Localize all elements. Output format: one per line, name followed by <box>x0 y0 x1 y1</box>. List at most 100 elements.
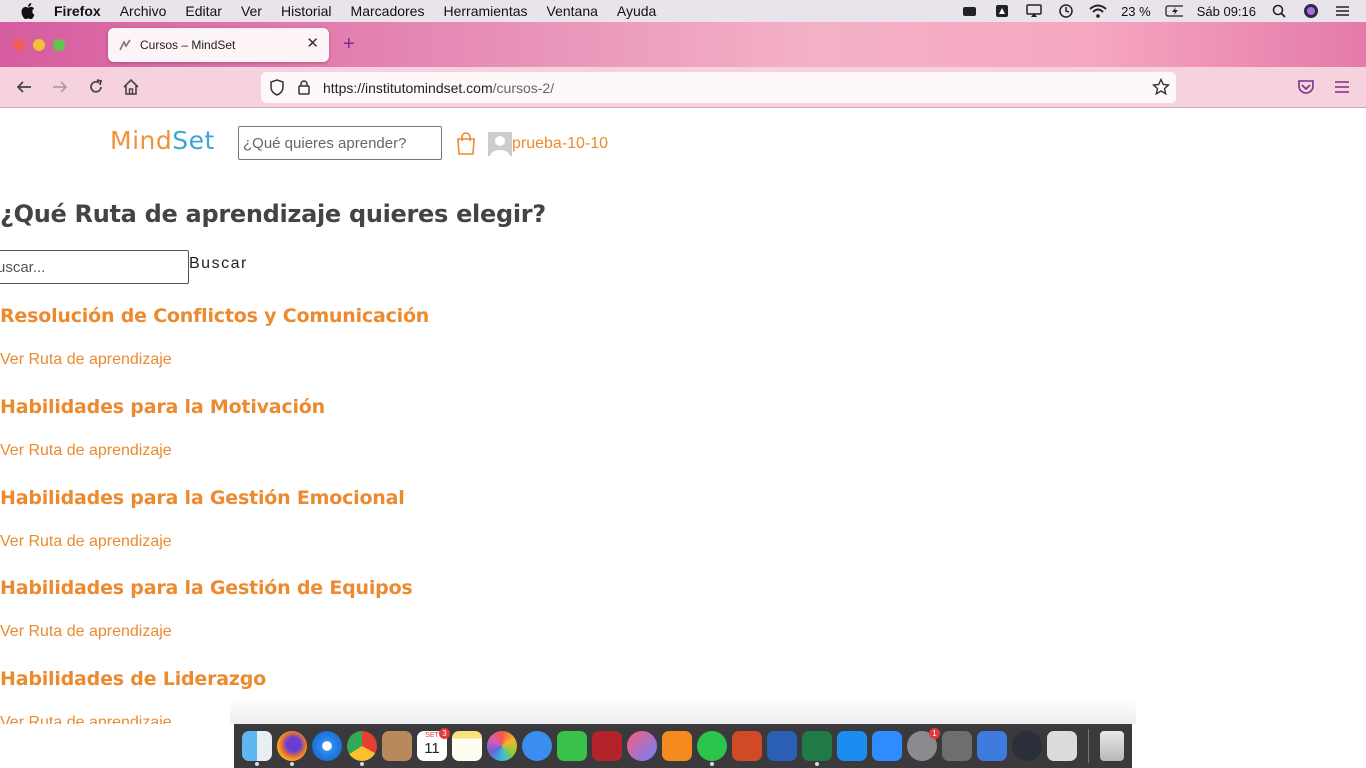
books-icon[interactable] <box>662 731 692 761</box>
user-avatar[interactable] <box>488 132 512 156</box>
username-link[interactable]: prueba-10-10 <box>512 135 608 153</box>
course-item: Habilidades para la Motivación Ver Ruta … <box>0 396 700 459</box>
running-indicator <box>360 762 364 766</box>
pocket-icon[interactable] <box>1296 77 1316 97</box>
menu-editar[interactable]: Editar <box>185 3 222 19</box>
contacts-icon[interactable] <box>382 731 412 761</box>
time-machine-icon[interactable] <box>1057 4 1075 18</box>
hamburger-menu-icon[interactable] <box>1332 77 1352 97</box>
creative-cloud-icon[interactable] <box>961 4 979 18</box>
course-title[interactable]: Habilidades para la Gestión de Equipos <box>0 577 700 599</box>
browser-tab-strip: Cursos – MindSet ✕ + <box>0 22 1366 67</box>
view-learning-path-link[interactable]: Ver Ruta de aprendizaje <box>0 442 172 460</box>
site-favicon-icon <box>118 38 132 52</box>
word-icon[interactable] <box>767 731 797 761</box>
tab-close-icon[interactable]: ✕ <box>306 36 319 51</box>
lock-icon[interactable] <box>297 79 311 99</box>
settings-badge: 1 <box>929 728 940 739</box>
page-title: ¿Qué Ruta de aprendizaje quieres elegir? <box>0 200 546 228</box>
photos-icon[interactable] <box>487 731 517 761</box>
menu-ver[interactable]: Ver <box>241 3 262 19</box>
tracking-protection-shield-icon[interactable] <box>269 79 285 99</box>
view-learning-path-link[interactable]: Ver Ruta de aprendizaje <box>0 714 172 724</box>
view-learning-path-link[interactable]: Ver Ruta de aprendizaje <box>0 623 172 641</box>
window-minimize-button[interactable] <box>33 39 45 51</box>
app-store-icon[interactable] <box>837 731 867 761</box>
spotlight-search-icon[interactable] <box>1270 4 1288 18</box>
trash-icon[interactable] <box>1100 731 1124 761</box>
menu-herramientas[interactable]: Herramientas <box>443 3 527 19</box>
header-search-input[interactable] <box>238 126 442 160</box>
macos-dock: SET 11 3 1 <box>234 724 1132 768</box>
system-preferences-icon[interactable]: 1 <box>907 728 940 761</box>
firefox-icon[interactable] <box>277 731 307 766</box>
course-search-input[interactable] <box>0 250 189 284</box>
dock-shadow <box>230 698 1136 724</box>
view-learning-path-link[interactable]: Ver Ruta de aprendizaje <box>0 533 172 551</box>
menu-historial[interactable]: Historial <box>281 3 332 19</box>
screenshot-icon[interactable] <box>1047 731 1077 761</box>
tab-title: Cursos – MindSet <box>140 38 236 52</box>
safari-icon[interactable] <box>312 731 342 761</box>
calendar-day: 11 <box>424 740 440 757</box>
powerpoint-icon[interactable] <box>732 731 762 761</box>
menu-marcadores[interactable]: Marcadores <box>351 3 425 19</box>
chrome-icon[interactable] <box>347 731 377 766</box>
menu-ayuda[interactable]: Ayuda <box>617 3 656 19</box>
network-icon[interactable] <box>977 731 1007 761</box>
menu-ventana[interactable]: Ventana <box>547 3 598 19</box>
photo-booth-icon[interactable] <box>592 731 622 761</box>
dock-separator <box>1088 729 1089 763</box>
web-page: MindSet prueba-10-10 ¿Qué Ruta de aprend… <box>0 108 1366 724</box>
window-zoom-button[interactable] <box>53 39 65 51</box>
airplay-icon[interactable] <box>1025 4 1043 18</box>
url-path: /cursos-2/ <box>492 79 555 96</box>
course-title[interactable]: Habilidades para la Gestión Emocional <box>0 487 700 509</box>
browser-nav-bar: https://institutomindset.com/cursos-2/ <box>0 67 1366 108</box>
zoom-icon[interactable] <box>872 731 902 761</box>
drive-icon[interactable] <box>993 4 1011 18</box>
reload-icon[interactable] <box>86 77 106 97</box>
url-bar[interactable]: https://institutomindset.com/cursos-2/ <box>261 72 1176 103</box>
music-icon[interactable] <box>627 731 657 761</box>
running-indicator <box>815 762 819 766</box>
menu-archivo[interactable]: Archivo <box>120 3 167 19</box>
facetime-icon[interactable] <box>557 731 587 761</box>
new-tab-icon[interactable]: + <box>343 34 355 54</box>
course-title[interactable]: Habilidades de Liderazgo <box>0 668 700 690</box>
window-close-button[interactable] <box>13 39 25 51</box>
apple-icon[interactable] <box>20 3 36 19</box>
browser-tab-active[interactable]: Cursos – MindSet ✕ <box>108 28 329 62</box>
calendar-icon[interactable]: SET 11 3 <box>417 728 450 761</box>
quicktime-icon[interactable] <box>1012 731 1042 761</box>
excel-icon[interactable] <box>802 731 832 766</box>
url-text: https://institutomindset.com/cursos-2/ <box>323 80 554 96</box>
finder-icon[interactable] <box>242 731 272 766</box>
whatsapp-icon[interactable] <box>697 731 727 766</box>
search-button[interactable]: Buscar <box>189 255 248 273</box>
home-icon[interactable] <box>121 77 141 97</box>
course-title[interactable]: Habilidades para la Motivación <box>0 396 700 418</box>
messages-icon[interactable] <box>522 731 552 761</box>
running-indicator <box>290 762 294 766</box>
notes-icon[interactable] <box>452 731 482 761</box>
menubar-status-area: 23 % Sáb 09:16 <box>961 0 1352 22</box>
siri-icon[interactable] <box>1302 4 1320 18</box>
shopping-bag-icon[interactable] <box>455 132 477 156</box>
control-center-icon[interactable] <box>1334 4 1352 18</box>
logo-part-mind: Mind <box>110 126 173 155</box>
back-arrow-icon[interactable] <box>14 77 34 97</box>
wifi-icon[interactable] <box>1089 4 1107 18</box>
logo-part-set: Set <box>172 126 215 155</box>
mindset-logo[interactable]: MindSet <box>110 126 215 155</box>
course-title[interactable]: Resolución de Conflictos y Comunicación <box>0 305 700 327</box>
course-item: Resolución de Conflictos y Comunicación … <box>0 305 700 368</box>
url-host: https://institutomindset.com <box>323 79 493 96</box>
calculator-icon[interactable] <box>942 731 972 761</box>
menubar-clock[interactable]: Sáb 09:16 <box>1197 4 1256 19</box>
battery-icon[interactable] <box>1165 4 1183 18</box>
view-learning-path-link[interactable]: Ver Ruta de aprendizaje <box>0 351 172 369</box>
bookmark-star-icon[interactable] <box>1151 77 1171 99</box>
menu-app-name[interactable]: Firefox <box>54 3 101 19</box>
forward-arrow-icon[interactable] <box>50 77 70 97</box>
